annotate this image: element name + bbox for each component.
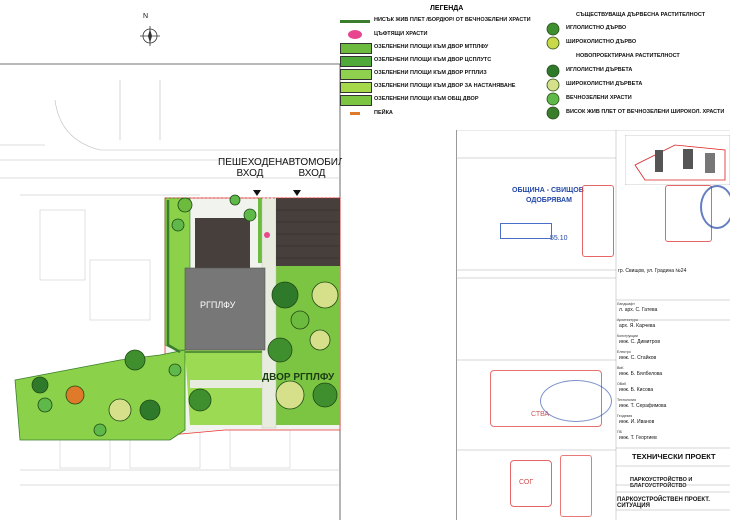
tree-symbol xyxy=(139,399,161,421)
north-label: N xyxy=(143,13,149,20)
legend-title: ЛЕГЕНДА xyxy=(430,5,464,12)
legend-label: ВЕЧНОЗЕЛЕНИ ХРАСТИ xyxy=(566,95,632,101)
legend-tree-symbol xyxy=(546,36,560,50)
tree-symbol xyxy=(93,423,107,437)
pedestrian-entrance-label: ПЕШЕХОДЕН ВХОД xyxy=(218,157,283,179)
yard-label: ДВОР РГПЛФУ xyxy=(262,372,335,383)
legend-tree-symbol xyxy=(546,64,560,78)
tree-symbol xyxy=(171,218,185,232)
legend-label: ВИСОК ЖИВ ПЛЕТ ОТ ВЕЧНОЗЕЛЕНИ ШИРОКОЛ. Х… xyxy=(566,109,725,115)
legend-swatch xyxy=(340,56,372,67)
legend-label: ШИРОКОЛИСТНО ДЪРВО xyxy=(566,39,637,45)
legend-tree-symbol xyxy=(546,22,560,36)
tree-symbol xyxy=(267,337,293,363)
legend-label: ИГЛОЛИСТНО ДЪРВО xyxy=(566,25,627,31)
north-arrow xyxy=(140,26,160,46)
tree-symbol xyxy=(31,376,49,394)
legend-swatch xyxy=(350,112,360,115)
tree-symbol xyxy=(177,197,193,213)
legend-swatch xyxy=(340,69,372,80)
legend-swatch xyxy=(340,43,372,54)
legend-right: СЪЩЕСТВУВАЩА ДЪРВЕСНА РАСТИТЕЛНОСТ ИГЛОЛИ… xyxy=(540,12,730,122)
tree-symbol xyxy=(124,349,146,371)
legend-swatch xyxy=(348,30,362,39)
legend-heading: НОВОПРОЕКТИРАНА РАСТИТЕЛНОСТ xyxy=(576,53,680,59)
tree-symbol xyxy=(37,397,53,413)
tree-symbol xyxy=(168,363,182,377)
legend-label: ОЗЕЛЕНЕНИ ПЛОЩИ КЪМ ДВОР ЗА НАСТАНЯВАНЕ xyxy=(374,83,516,89)
legend-swatch xyxy=(340,16,370,23)
legend-label: ОЗЕЛЕНЕНИ ПЛОЩИ КЪМ ДВОР РГПЛИЗ xyxy=(374,70,487,76)
legend-label: ИГЛОЛИСТНИ ДЪРВЕТА xyxy=(566,67,633,73)
car-entrance-label: АВТОМОБИЛ ВХОД xyxy=(282,157,342,179)
tree-symbol xyxy=(275,380,305,410)
tree-symbol xyxy=(312,382,338,408)
title-block-grid xyxy=(456,130,730,520)
tree-symbol xyxy=(65,385,85,405)
tree-symbol xyxy=(229,194,241,206)
legend-label: ОЗЕЛЕНЕНИ ПЛОЩИ КЪМ ДВОР МТПЛФУ xyxy=(374,44,489,50)
legend-heading: СЪЩЕСТВУВАЩА ДЪРВЕСНА РАСТИТЕЛНОСТ xyxy=(576,12,706,18)
legend-tree-symbol xyxy=(546,106,560,120)
tree-symbol xyxy=(271,281,299,309)
legend-label: ОЗЕЛЕНЕНИ ПЛОЩИ КЪМ ОБЩ ДВОР xyxy=(374,96,479,102)
legend-label: ЦЪФТЯЩИ ХРАСТИ xyxy=(374,31,428,37)
legend-label: ПЕЙКА xyxy=(374,110,393,116)
legend-label: ОЗЕЛЕНЕНИ ПЛОЩИ КЪМ ДВОР ЦСПЛУТС xyxy=(374,57,492,63)
legend-label: ШИРОКОЛИСТНИ ДЪРВЕТА xyxy=(566,81,643,87)
tree-symbol xyxy=(311,281,339,309)
legend-tree-symbol xyxy=(546,92,560,106)
legend-swatch xyxy=(340,95,372,106)
legend-swatch xyxy=(340,82,372,93)
tree-symbol xyxy=(188,388,212,412)
tree-symbol xyxy=(108,398,132,422)
legend-label: НИСЪК ЖИВ ПЛЕТ /БОРДЮР/ ОТ ВЕЧНОЗЕЛЕНИ Х… xyxy=(374,17,531,23)
legend-tree-symbol xyxy=(546,78,560,92)
tree-symbol xyxy=(243,208,257,222)
tree-symbol xyxy=(290,310,310,330)
building-label: РГПЛФУ xyxy=(200,300,236,310)
tree-symbol xyxy=(309,329,331,351)
